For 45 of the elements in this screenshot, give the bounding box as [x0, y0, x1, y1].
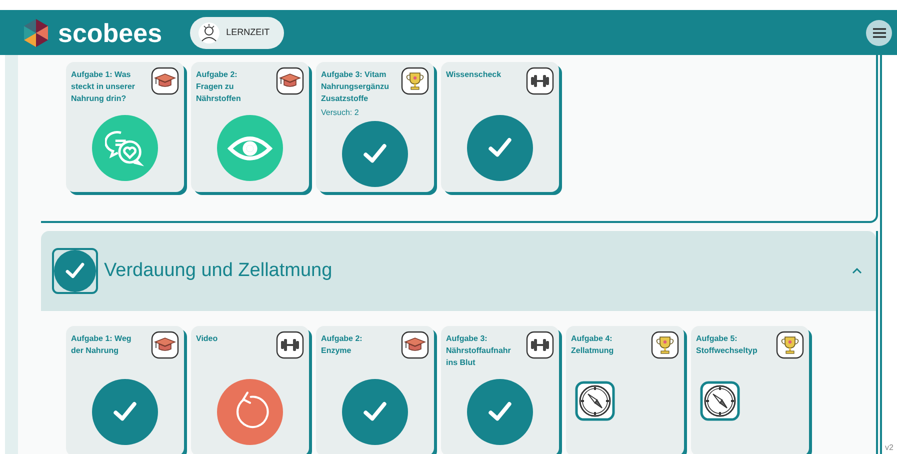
chevron-up-icon[interactable]	[852, 268, 862, 274]
task-title: Aufgabe 1: Weg der Nahrung	[71, 333, 132, 357]
task-title: Aufgabe 2: Enzyme	[321, 333, 362, 357]
task-title: Aufgabe 3: Vitam Nahrungsergänzu Zusatzstoffe	[321, 69, 390, 105]
task-card[interactable]: Aufgabe 1: Weg der Nahrung	[66, 326, 184, 454]
graduation-cap-icon	[151, 331, 179, 359]
section-title: Verdauung und Zellatmung	[104, 258, 332, 283]
attempt-count: Versuch: 2	[321, 107, 360, 119]
task-title: Aufgabe 2: Fragen zu Nährstoffen	[196, 69, 241, 105]
graduation-cap-icon	[151, 67, 179, 95]
task-card[interactable]: Aufgabe 2: Fragen zu Nährstoffen	[191, 62, 309, 192]
compass-icon[interactable]	[575, 381, 615, 421]
task-title: Aufgabe 1: Was steckt in unserer Nahrung drin?	[71, 69, 136, 105]
checkmark-icon	[54, 250, 96, 292]
task-card[interactable]: Wissenscheck	[441, 62, 559, 192]
task-title: Aufgabe 3: Nährstoffaufnahr ins Blut	[446, 333, 511, 369]
task-card[interactable]: Aufgabe 5: Stoffwechseltyp	[691, 326, 809, 454]
task-title: Video	[196, 333, 218, 345]
brand-name: scobees	[58, 20, 162, 46]
task-card[interactable]: Video	[191, 326, 309, 454]
task-title: Aufgabe 5: Stoffwechseltyp	[696, 333, 758, 357]
menu-button[interactable]	[866, 20, 892, 46]
task-title: Wissenscheck	[446, 69, 502, 81]
trophy-icon	[776, 331, 804, 359]
task-card[interactable]: Aufgabe 1: Was steckt in unserer Nahrung drin?	[66, 62, 184, 192]
graduation-cap-icon	[276, 67, 304, 95]
dumbbell-icon	[276, 331, 304, 359]
task-card[interactable]: Aufgabe 3: Vitam Nahrungsergänzu Zusatzstoffe Versuch: 2	[316, 62, 434, 192]
task-card[interactable]: Aufgabe 4: Zellatmung	[566, 326, 684, 454]
lernzeit-button[interactable]: LERNZEIT	[190, 16, 284, 48]
compass-icon[interactable]	[700, 381, 740, 421]
section-header[interactable]: Verdauung und Zellatmung	[41, 231, 876, 311]
dumbbell-icon	[526, 331, 554, 359]
completed-checkbox[interactable]	[52, 248, 98, 294]
logo-icon	[21, 18, 51, 48]
task-card[interactable]: Aufgabe 3: Nährstoffaufnahr ins Blut	[441, 326, 559, 454]
task-title: Aufgabe 4: Zellatmung	[571, 333, 614, 357]
trophy-icon	[401, 67, 429, 95]
menu-icon	[872, 28, 886, 38]
avatar-icon	[198, 22, 220, 44]
version-label: v2	[885, 444, 894, 452]
trophy-icon	[651, 331, 679, 359]
task-card[interactable]: Aufgabe 2: Enzyme	[316, 326, 434, 454]
dumbbell-icon	[526, 67, 554, 95]
graduation-cap-icon	[401, 331, 429, 359]
